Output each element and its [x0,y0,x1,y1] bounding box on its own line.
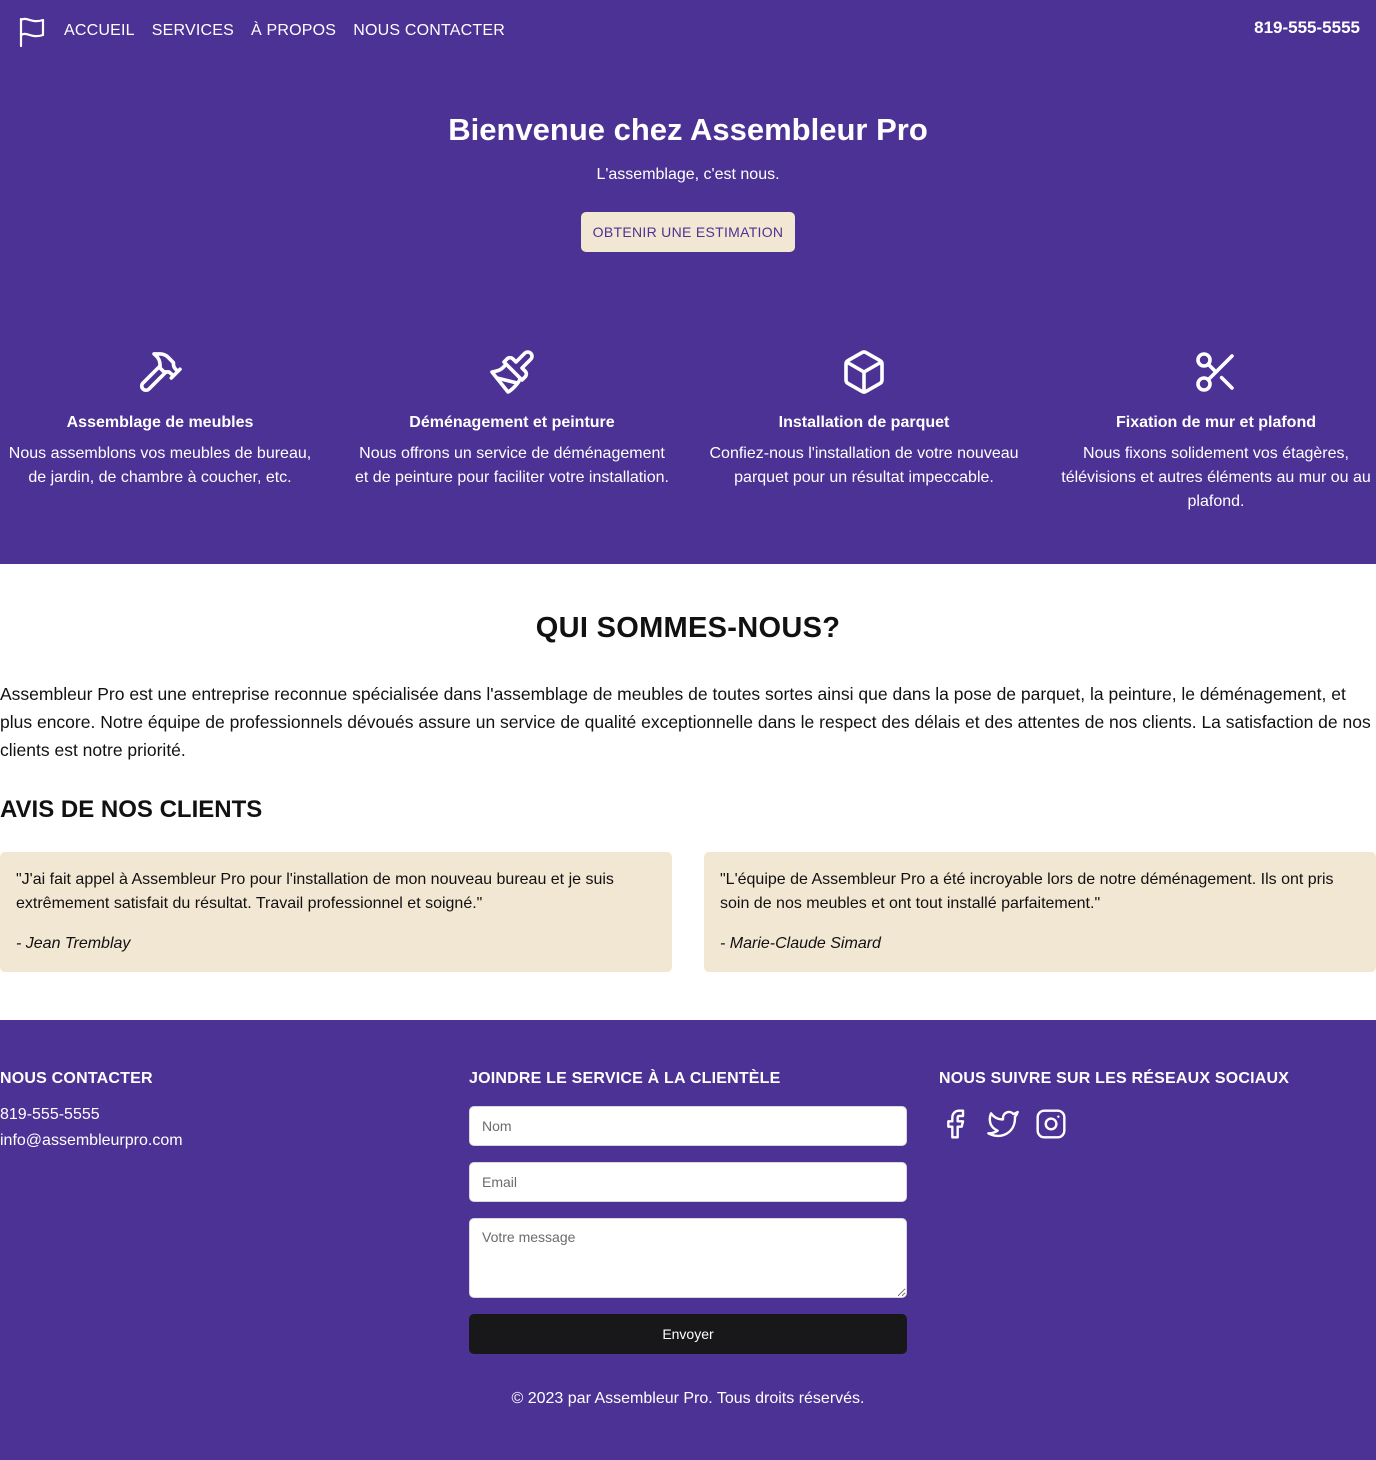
get-estimate-button[interactable]: OBTENIR UNE ESTIMATION [581,212,795,252]
navbar: ACCUEIL SERVICES À PROPOS NOUS CONTACTER… [0,0,1376,64]
copyright: © 2023 par Assembleur Pro. Tous droits r… [511,1390,865,1407]
review-author: - Marie-Claude Simard [720,935,881,952]
flag-icon[interactable] [18,16,46,48]
hero-section: ACCUEIL SERVICES À PROPOS NOUS CONTACTER… [0,0,1376,564]
social-title: NOUS SUIVRE SUR LES RÉSEAUX SOCIAUX [939,1070,1290,1087]
about-text: Assembleur Pro est une entreprise reconn… [0,684,1371,760]
scissors-icon [1192,348,1240,396]
service-card-assemblage: Assemblage de meubles Nous assemblons vo… [0,348,320,514]
service-title: Fixation de mur et plafond [1115,414,1316,431]
service-text: Confiez-nous l'installation de votre nou… [709,445,1019,486]
footer-contact: NOUS CONTACTER 819-555-5555 info@assembl… [0,1070,183,1150]
reviews-title: AVIS DE NOS CLIENTS [0,796,263,823]
hero-title: Bienvenue chez Assembleur Pro [448,112,928,147]
message-field[interactable] [469,1218,907,1298]
review-card: "J'ai fait appel à Assembleur Pro pour l… [0,852,672,972]
box-icon [840,348,888,396]
service-card-parquet: Installation de parquet Confiez-nous l'i… [704,348,1024,514]
footer-contact-title: NOUS CONTACTER [0,1070,153,1087]
about-title: QUI SOMMES-NOUS? [535,612,841,644]
hammer-icon [136,348,184,396]
send-button[interactable]: Envoyer [469,1314,907,1354]
service-title: Assemblage de meubles [66,414,254,431]
review-card: "L'équipe de Assembleur Pro a été incroy… [704,852,1376,972]
review-quote: "J'ai fait appel à Assembleur Pro pour l… [16,871,614,912]
hero-tagline: L'assemblage, c'est nous. [596,166,780,183]
paintbrush-icon [488,348,536,396]
service-text: Nous fixons solidement vos étagères, tél… [1061,445,1371,510]
nav-link-services[interactable]: SERVICES [152,22,234,40]
contact-form-title: JOINDRE LE SERVICE À LA CLIENTÈLE [469,1070,781,1087]
name-field[interactable] [469,1106,907,1146]
footer-phone[interactable]: 819-555-5555 [0,1106,183,1124]
nav-link-accueil[interactable]: ACCUEIL [64,22,135,40]
nav-link-a-propos[interactable]: À PROPOS [251,22,336,40]
twitter-icon[interactable] [987,1108,1019,1140]
review-author: - Jean Tremblay [16,935,131,952]
service-text: Nous offrons un service de déménagement … [355,445,669,486]
service-card-demenagement: Déménagement et peinture Nous offrons un… [352,348,672,514]
footer: NOUS CONTACTER 819-555-5555 info@assembl… [0,1020,1376,1460]
instagram-icon[interactable] [1035,1108,1067,1140]
social-links [939,1108,1289,1140]
service-title: Déménagement et peinture [409,414,615,431]
service-card-fixation: Fixation de mur et plafond Nous fixons s… [1056,348,1376,514]
contact-form: JOINDRE LE SERVICE À LA CLIENTÈLE Envoye… [469,1070,907,1354]
about-section: QUI SOMMES-NOUS? Assembleur Pro est une … [0,564,1376,1020]
header-phone[interactable]: 819-555-5555 [1254,18,1360,38]
services-list: Assemblage de meubles Nous assemblons vo… [0,348,1376,514]
nav-links: ACCUEIL SERVICES À PROPOS NOUS CONTACTER [64,22,505,40]
service-text: Nous assemblons vos meubles de bureau, d… [8,445,312,486]
nav-link-nous-contacter[interactable]: NOUS CONTACTER [353,22,505,40]
service-title: Installation de parquet [778,414,950,431]
footer-email[interactable]: info@assembleurpro.com [0,1132,183,1150]
facebook-icon[interactable] [939,1108,971,1140]
reviews-list: "J'ai fait appel à Assembleur Pro pour l… [0,852,1376,972]
email-field[interactable] [469,1162,907,1202]
footer-social: NOUS SUIVRE SUR LES RÉSEAUX SOCIAUX [939,1070,1289,1140]
review-quote: "L'équipe de Assembleur Pro a été incroy… [720,871,1334,912]
